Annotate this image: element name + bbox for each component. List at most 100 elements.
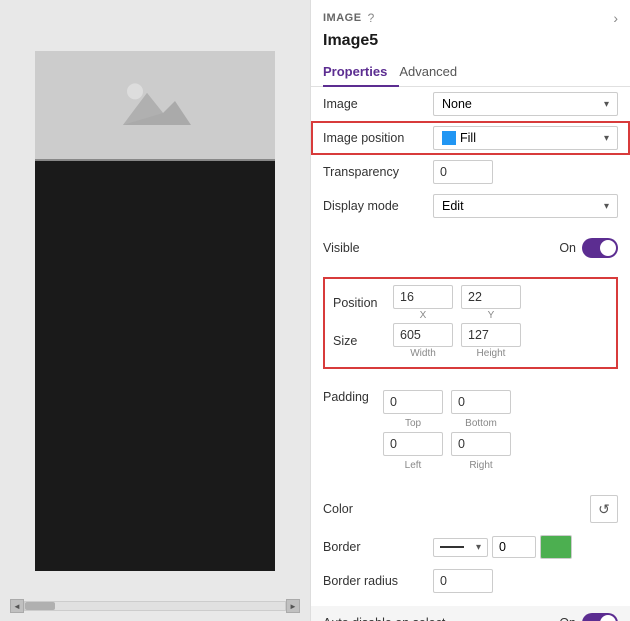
mountain-svg (115, 75, 195, 135)
image-position-label: Image position (323, 131, 433, 145)
transparency-value-container (433, 160, 618, 184)
image-select[interactable]: None ▾ (433, 92, 618, 116)
display-mode-value-container: Edit ▾ (433, 194, 618, 218)
tab-advanced[interactable]: Advanced (399, 58, 469, 87)
image-position-select-value: Fill (460, 131, 476, 145)
padding-row: Padding Top Bottom Left Right (323, 385, 618, 476)
padding-inputs-col: Top Bottom Left Right (383, 390, 511, 471)
display-mode-label: Display mode (323, 199, 433, 213)
padding-right-label: Right (451, 460, 511, 471)
auto-disable-toggle[interactable] (582, 613, 618, 621)
transparency-input[interactable] (433, 160, 493, 184)
image-select-caret: ▾ (604, 99, 609, 110)
padding-top-input[interactable] (383, 390, 443, 414)
display-mode-select-caret: ▾ (604, 201, 609, 212)
image-placeholder (35, 51, 275, 161)
border-style-select[interactable]: ▾ (433, 538, 488, 557)
color-row: Color ↺ (311, 488, 630, 530)
position-label: Position (333, 296, 393, 310)
size-width-input[interactable] (393, 323, 453, 347)
section-label: IMAGE (323, 12, 362, 24)
padding-top-bottom-row (383, 390, 511, 414)
border-row: Border ▾ (311, 530, 630, 564)
fill-icon (442, 131, 456, 145)
position-row: Position X Y (333, 285, 608, 321)
size-label: Size (333, 334, 393, 348)
size-height-input[interactable] (461, 323, 521, 347)
auto-disable-row: Auto disable on select On (311, 606, 630, 621)
padding-lr-labels: Left Right (383, 460, 511, 471)
border-radius-label: Border radius (323, 574, 433, 588)
size-inputs: Width Height (393, 323, 608, 359)
display-mode-select-value: Edit (442, 199, 464, 213)
color-reset-btn[interactable]: ↺ (590, 495, 618, 523)
image-label: Image (323, 97, 433, 111)
display-mode-select[interactable]: Edit ▾ (433, 194, 618, 218)
visible-row: Visible On (311, 231, 630, 265)
border-label: Border (323, 540, 433, 554)
image-position-select-caret: ▾ (604, 133, 609, 144)
padding-right-input[interactable] (451, 432, 511, 456)
canvas-area: ◄ ► (0, 0, 310, 621)
size-row: Size Width Height (333, 323, 608, 359)
border-color-swatch[interactable] (540, 535, 572, 559)
panel-header-left: IMAGE ? (323, 11, 374, 25)
scrollbar-thumb[interactable] (25, 602, 55, 610)
padding-section: Padding Top Bottom Left Right (311, 381, 630, 480)
padding-left-right-row (383, 432, 511, 456)
element-name: Image5 (311, 30, 630, 58)
position-sub-labels: X Y (393, 310, 608, 321)
scrollbar-container: ◄ ► (10, 599, 300, 613)
visible-label: Visible (323, 241, 433, 255)
border-radius-row: Border radius (311, 564, 630, 598)
padding-tb-labels: Top Bottom (383, 418, 511, 429)
image-select-value: None (442, 97, 472, 111)
border-value-input[interactable] (492, 536, 536, 558)
border-line-icon (440, 546, 464, 548)
visible-on-label: On (559, 241, 576, 255)
auto-disable-on-label: On (559, 616, 576, 621)
transparency-label: Transparency (323, 165, 433, 179)
properties-panel: IMAGE ? › Image5 Properties Advanced Ima… (310, 0, 630, 621)
size-width-label: Width (393, 348, 453, 359)
position-x-input[interactable] (393, 285, 453, 309)
panel-header: IMAGE ? › (311, 0, 630, 30)
padding-label: Padding (323, 390, 383, 404)
size-input-row (393, 323, 608, 347)
size-sub-labels: Width Height (393, 348, 608, 359)
transparency-row: Transparency (311, 155, 630, 189)
image-position-select[interactable]: Fill ▾ (433, 126, 618, 150)
refresh-icon: ↺ (598, 501, 610, 518)
color-reset-icon[interactable]: ↺ (590, 495, 618, 523)
position-x-label: X (393, 310, 453, 321)
position-inputs: X Y (393, 285, 608, 321)
image-position-row: Image position Fill ▾ (311, 121, 630, 155)
image-row: Image None ▾ (311, 87, 630, 121)
visible-toggle[interactable] (582, 238, 618, 258)
canvas-inner (35, 51, 275, 571)
border-style-caret: ▾ (476, 542, 481, 553)
padding-top-label: Top (383, 418, 443, 429)
padding-bottom-label: Bottom (451, 418, 511, 429)
scrollbar-track[interactable] (24, 601, 286, 611)
image-position-value-container: Fill ▾ (433, 126, 618, 150)
image-value-container: None ▾ (433, 92, 618, 116)
image-position-select-content: Fill (442, 131, 476, 145)
scroll-left-arrow[interactable]: ◄ (10, 599, 24, 613)
position-y-label: Y (461, 310, 521, 321)
padding-bottom-input[interactable] (451, 390, 511, 414)
help-icon[interactable]: ? (368, 11, 375, 25)
scroll-right-arrow[interactable]: ► (286, 599, 300, 613)
tab-properties[interactable]: Properties (323, 58, 399, 87)
expand-arrow-icon[interactable]: › (613, 10, 618, 26)
auto-disable-label: Auto disable on select (323, 616, 445, 621)
padding-left-input[interactable] (383, 432, 443, 456)
display-mode-row: Display mode Edit ▾ (311, 189, 630, 223)
position-input-row (393, 285, 608, 309)
position-size-block: Position X Y Size Wi (323, 277, 618, 369)
size-height-label: Height (461, 348, 521, 359)
border-radius-input[interactable] (433, 569, 493, 593)
position-y-input[interactable] (461, 285, 521, 309)
tabs-container: Properties Advanced (311, 58, 630, 87)
padding-left-label: Left (383, 460, 443, 471)
